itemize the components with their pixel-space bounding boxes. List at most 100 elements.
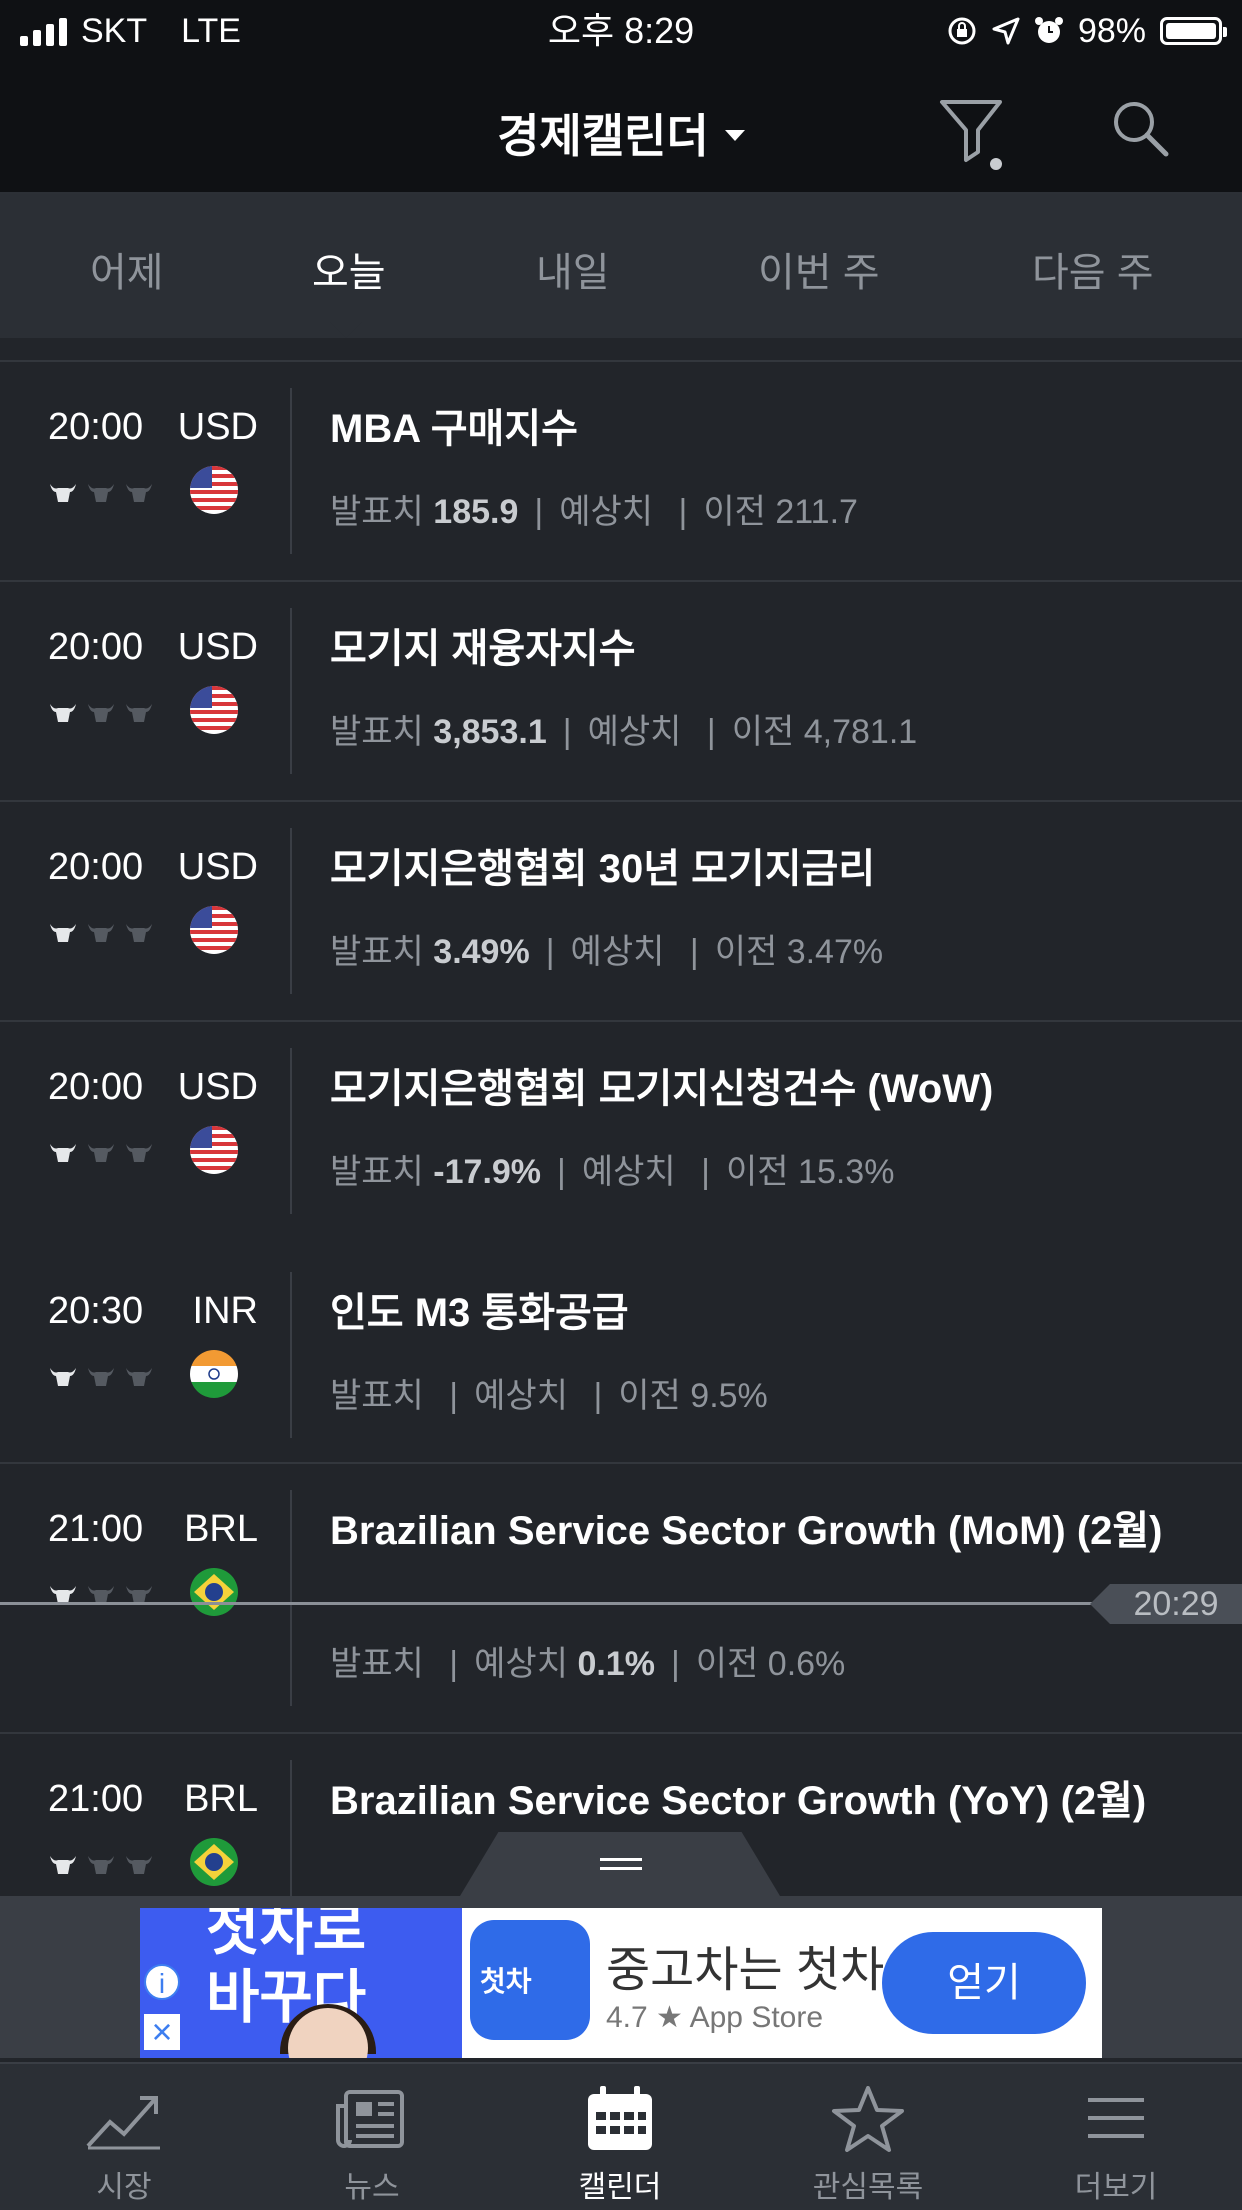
actual-label: 발표치 [330,493,424,531]
previous-value: 211.7 [775,493,858,531]
importance-rating [48,1140,154,1166]
previous-value: 15.3% [798,1153,895,1191]
event-currency: USD [177,626,258,668]
row-divider [290,1490,292,1706]
nav-more[interactable]: 더보기 [992,2064,1240,2210]
actual-label: 발표치 [330,1377,424,1415]
nav-label: 더보기 [1074,2171,1158,2204]
nav-market[interactable]: 시장 [0,2064,248,2210]
event-currency: BRL [184,1508,258,1550]
nav-calendar[interactable]: 캘린더 [496,2064,744,2210]
us-flag-icon [190,466,238,514]
value-separator: | [557,1153,566,1191]
bull-icon [50,1368,76,1386]
previous-label: 이전 [714,933,778,971]
rotation-lock-icon [948,17,976,45]
tab-tomorrow[interactable]: 내일 [536,240,610,298]
battery-icon [1160,17,1227,45]
previous-label: 이전 [695,1645,759,1683]
value-separator: | [562,713,572,751]
event-row[interactable]: 21:00 BRL Brazilian Service Sector Growt… [0,1464,1242,1734]
importance-rating [48,920,154,946]
value-separator: | [701,1153,711,1191]
actual-label: 발표치 [330,713,424,751]
nav-watchlist[interactable]: 관심목록 [744,2064,992,2210]
drag-handle-icon [600,1858,642,1876]
nav-news[interactable]: 뉴스 [248,2064,496,2210]
bull-icon [50,1144,76,1162]
importance-rating [48,700,154,726]
previous-label: 이전 [703,493,766,531]
previous-label: 이전 [731,713,795,751]
active-tab-indicator [330,322,362,338]
info-icon[interactable]: i [144,1964,180,2000]
ad-logo-text: 첫차 [480,1966,532,1997]
forecast-label: 예상치 [474,1645,568,1683]
calendar-icon [588,2086,652,2150]
actual-value: -17.9% [433,1153,542,1191]
forecast-label: 예상치 [581,1153,676,1191]
event-row[interactable]: 20:00 USD 모기지은행협회 30년 모기지금리 발표치 3.49% | 예상… [0,802,1242,1022]
search-icon[interactable] [1108,96,1172,160]
event-values: 발표치 3,853.1 | 예상치 | 이전 4,781.1 [330,704,917,753]
bull-icon [50,924,76,942]
event-title: 모기지은행협회 30년 모기지금리 [330,847,876,891]
nav-label: 캘린더 [578,2171,662,2204]
forecast-label: 예상치 [474,1377,568,1415]
tab-yesterday[interactable]: 어제 [90,240,164,298]
event-values: 발표치 -17.9% | 예상치 | 이전 15.3% [330,1144,894,1193]
forecast-value: 0.1% [577,1645,655,1683]
bull-icon [126,484,152,502]
ad-rating: 4.7 ★ App Store [606,2001,824,2034]
event-title: Brazilian Service Sector Growth (MoM) (2… [330,1509,1163,1553]
battery-percent: 98% [1077,11,1146,50]
event-row[interactable]: 20:00 USD MBA 구매지수 발표치 185.9 | 예상치 | 이전 211… [0,362,1242,582]
bull-icon [50,704,76,722]
row-divider [290,1272,292,1438]
event-row[interactable]: 20:30 INR 인도 M3 통화공급 발표치 | 예상치 | 이전 9.5% [0,1246,1242,1464]
nav-label: 뉴스 [344,2171,400,2204]
event-title: Brazilian Service Sector Growth (YoY) (2… [330,1779,1147,1823]
event-currency: USD [177,406,258,448]
event-values: 발표치 185.9 | 예상치 | 이전 211.7 [330,484,858,533]
actual-label: 발표치 [330,1153,424,1191]
forecast-label: 예상치 [587,713,682,751]
us-flag-icon [190,906,238,954]
chart-icon [86,2096,160,2150]
bull-icon [50,484,76,502]
actual-value: 185.9 [433,493,519,531]
previous-value: 3.47% [786,933,884,971]
tab-this-week[interactable]: 이번 주 [758,240,880,298]
ad-banner[interactable]: 첫차로 바꾸다 i × 첫차 중고차는 첫차 4.7 ★ App Store 얻… [140,1908,1102,2058]
forecast-label: 예상치 [559,493,654,531]
event-time: 20:00 [48,846,144,888]
value-separator: | [545,933,555,971]
app-header: 경제캘린더 [0,62,1242,194]
us-flag-icon [190,1126,238,1174]
india-flag-icon [190,1350,238,1398]
page-title-dropdown[interactable]: 경제캘린더 [0,100,1242,166]
chevron-down-icon [724,130,745,142]
us-flag-icon [190,686,238,734]
tab-today[interactable]: 오늘 [312,240,386,298]
status-bar: SKT LTE 오후 8:29 98% [0,0,1242,62]
event-row[interactable]: 20:00 USD 모기지 재융자지수 발표치 3,853.1 | 예상치 | 이전 … [0,582,1242,802]
close-icon[interactable]: × [144,2014,180,2050]
actual-value: 3.49% [433,933,530,971]
event-list[interactable]: 20:00 USD MBA 구매지수 발표치 185.9 | 예상치 | 이전 211… [0,360,1242,1898]
importance-rating [48,480,154,506]
tab-next-week[interactable]: 다음 주 [1032,240,1154,298]
event-title: MBA 구매지수 [330,407,578,451]
previous-value: 4,781.1 [803,713,918,751]
current-time-line [0,1602,1110,1605]
bull-icon [88,704,114,722]
event-row[interactable]: 20:00 USD 모기지은행협회 모기지신청건수 (WoW) 발표치 -17.… [0,1022,1242,1240]
previous-value: 0.6% [767,1645,846,1683]
value-separator: | [449,1645,459,1683]
ad-get-button[interactable]: 얻기 [882,1932,1086,2034]
row-divider [290,388,292,554]
ad-headline: 중고차는 첫차 [606,1944,885,1997]
newspaper-icon [336,2090,404,2148]
filter-icon[interactable] [938,94,1008,174]
ad-container: 첫차로 바꾸다 i × 첫차 중고차는 첫차 4.7 ★ App Store 얻… [0,1896,1242,2058]
